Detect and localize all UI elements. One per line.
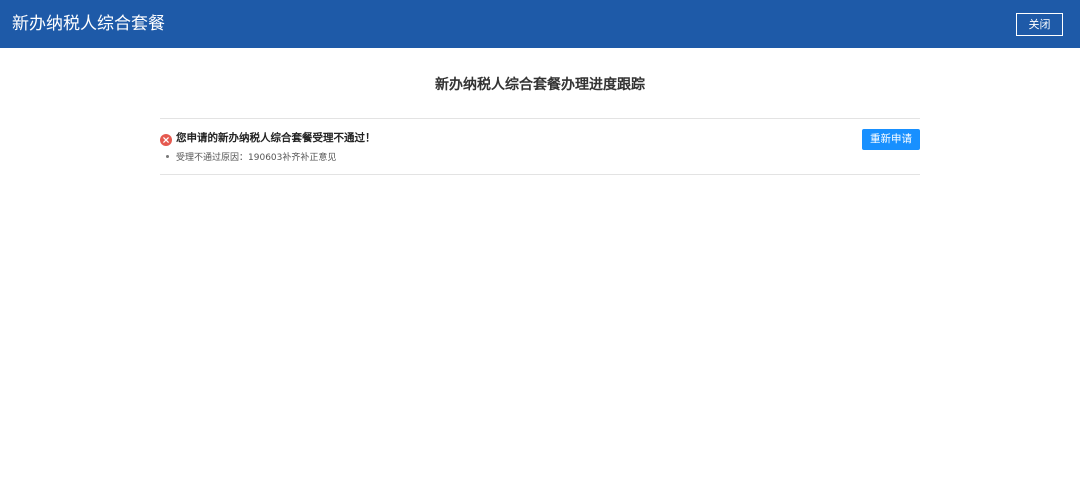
status-message: 您申请的新办纳税人综合套餐受理不通过！ xyxy=(176,131,376,144)
page-title: 新办纳税人综合套餐办理进度跟踪 xyxy=(435,77,645,93)
reapply-button[interactable]: 重新申请 xyxy=(862,129,920,150)
app-title: 新办纳税人综合套餐 xyxy=(12,14,165,34)
status-row: 您申请的新办纳税人综合套餐受理不通过！ xyxy=(160,130,376,146)
close-button[interactable]: 关闭 xyxy=(1016,13,1063,36)
app-header: 新办纳税人综合套餐 关闭 xyxy=(0,0,1080,48)
rejection-reason: 受理不通过原因： 190603补齐补正意见 xyxy=(166,150,337,163)
reason-label: 受理不通过原因： xyxy=(176,152,249,163)
bullet-icon xyxy=(166,154,169,158)
application-status-panel: 您申请的新办纳税人综合套餐受理不通过！ 受理不通过原因： 190603补齐补正意… xyxy=(160,118,920,175)
error-circle-x-icon xyxy=(160,131,172,146)
reason-value: 190603补齐补正意见 xyxy=(248,152,337,163)
